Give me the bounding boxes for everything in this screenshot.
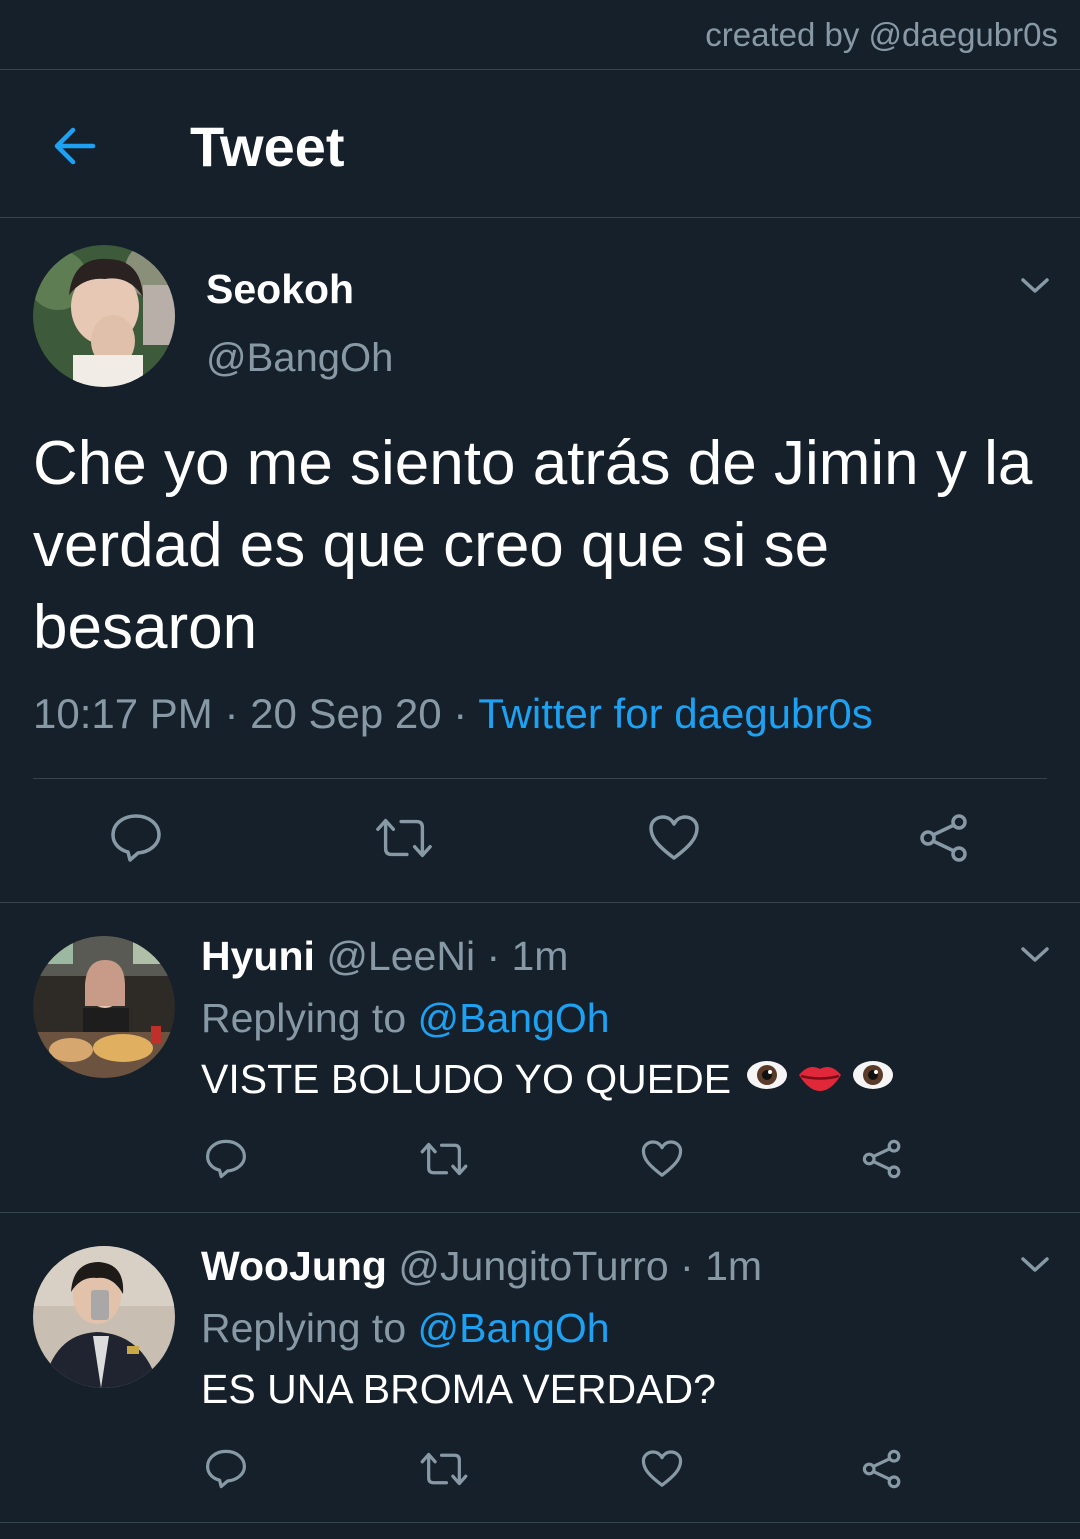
reply-author-handle[interactable]: @LeeNi [326,933,475,979]
separator: · [668,1243,706,1289]
reply-text: VISTE BOLUDO YO QUEDE [201,1056,895,1103]
replying-to: Replying to @BangOh [201,995,610,1042]
reply-header: Hyuni @LeeNi · 1m [201,933,568,980]
tweet-meta: 10:17 PM · 20 Sep 20 · Twitter for daegu… [33,690,873,738]
credit-text: created by @daegubr0s [705,16,1058,53]
comment-icon [206,1139,246,1179]
main-tweet: Seokoh @BangOh Che yo me siento atrás de… [0,218,1080,903]
author-handle[interactable]: @BangOh [206,336,393,381]
heart-icon [641,1450,683,1487]
header: Tweet [0,70,1080,218]
lips-emoji-icon [797,1056,843,1103]
back-button[interactable] [44,116,104,176]
like-button[interactable] [644,808,704,868]
arrow-left-icon [54,127,96,165]
chevron-down-icon[interactable] [1015,266,1055,306]
divider [33,778,1047,779]
avatar[interactable] [33,245,175,387]
separator: · [441,690,479,737]
tweet-text: Che yo me siento atrás de Jimin y la ver… [33,429,1033,662]
share-button[interactable] [858,1135,906,1183]
retweet-icon [376,818,432,858]
avatar[interactable] [33,936,175,1078]
action-bar [0,1135,1080,1185]
retweet-button[interactable] [374,808,434,868]
action-bar [0,808,1080,868]
comment-icon [111,814,161,862]
page-title: Tweet [190,115,345,178]
chevron-down-icon[interactable] [1015,935,1055,975]
share-button[interactable] [914,808,974,868]
reply-author-handle[interactable]: @JungitoTurro [398,1243,668,1289]
heart-icon [649,815,699,860]
retweet-button[interactable] [418,1445,470,1493]
reply-author-name[interactable]: Hyuni [201,933,315,979]
like-button[interactable] [638,1445,686,1493]
replying-label: Replying to [201,1305,418,1351]
reply-button[interactable] [106,808,166,868]
chevron-down-icon[interactable] [1015,1245,1055,1285]
reply-header: WooJung @JungitoTurro · 1m [201,1243,762,1290]
share-icon [920,814,967,862]
reply-button[interactable] [202,1445,250,1493]
reply-text: ES UNA BROMA VERDAD? [201,1366,716,1413]
reply-text-content: VISTE BOLUDO YO QUEDE [201,1056,732,1102]
share-icon [862,1449,901,1489]
heart-icon [641,1140,683,1177]
reply-tweet[interactable]: WooJung @JungitoTurro · 1m Replying to @… [0,1213,1080,1523]
tweet-time: 10:17 PM [33,690,213,737]
tweet-source-link[interactable]: Twitter for daegubr0s [478,690,873,737]
tweet-date: 20 Sep 20 [250,690,442,737]
separator: · [212,690,251,737]
reply-author-name[interactable]: WooJung [201,1243,387,1289]
retweet-icon [420,1142,468,1176]
separator: · [475,933,512,979]
share-icon [862,1139,901,1179]
share-button[interactable] [858,1445,906,1493]
reply-time: 1m [705,1243,763,1289]
mention-link[interactable]: @BangOh [418,995,610,1041]
replying-to: Replying to @BangOh [201,1305,610,1352]
eye-emoji-icon [745,1056,789,1103]
retweet-icon [420,1452,468,1486]
eye-emoji-icon [851,1056,895,1103]
author-name[interactable]: Seokoh [206,266,354,313]
retweet-button[interactable] [418,1135,470,1183]
reply-time: 1m [511,933,569,979]
action-bar [0,1445,1080,1495]
reply-tweet[interactable]: Hyuni @LeeNi · 1m Replying to @BangOh VI… [0,903,1080,1213]
replying-label: Replying to [201,995,418,1041]
comment-icon [206,1449,246,1489]
reply-button[interactable] [202,1135,250,1183]
mention-link[interactable]: @BangOh [418,1305,610,1351]
avatar[interactable] [33,1246,175,1388]
credit-bar: created by @daegubr0s [0,0,1080,70]
like-button[interactable] [638,1135,686,1183]
reply-text-content: ES UNA BROMA VERDAD? [201,1366,716,1412]
